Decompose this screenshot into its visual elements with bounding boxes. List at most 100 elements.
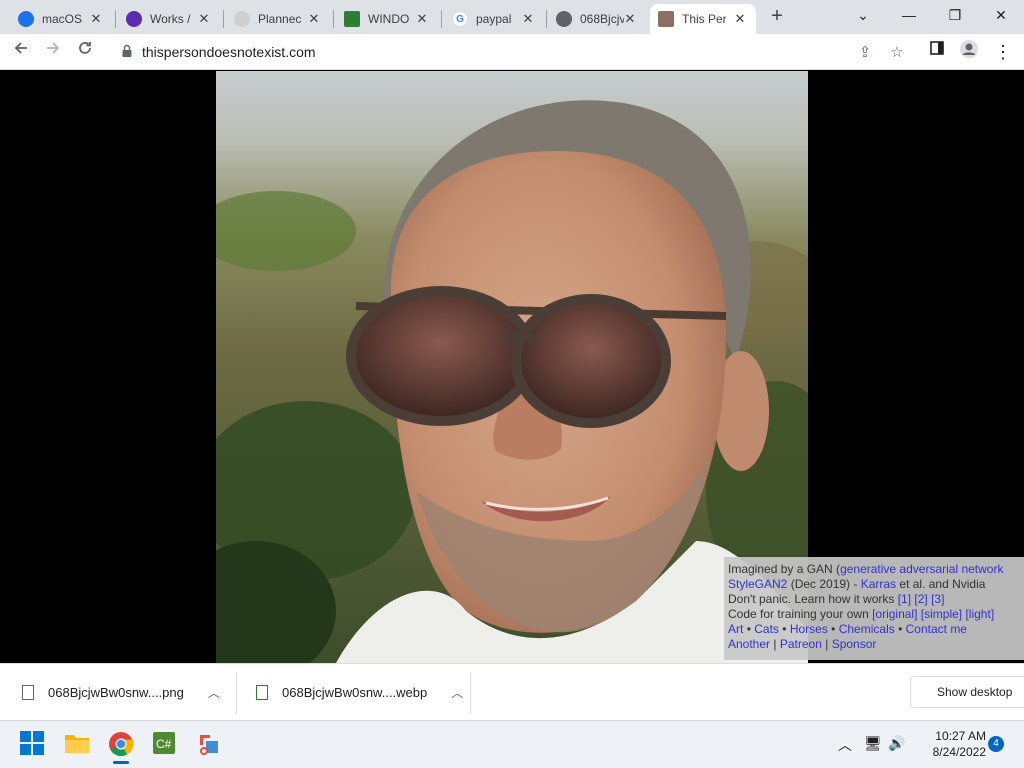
reload-button[interactable] <box>72 39 98 65</box>
csharp-app-icon[interactable]: C# <box>152 731 178 757</box>
google-icon: G <box>452 11 468 27</box>
download-item[interactable]: 068BjcjwBw0snw....webp ︿ <box>256 664 463 721</box>
tab-title: 068Bjcjv <box>580 12 624 26</box>
chevron-up-icon[interactable]: ︿ <box>838 735 852 755</box>
taskbar-clock[interactable]: 10:27 AM 8/24/2022 <box>914 728 986 760</box>
tab-title: Plannec <box>258 12 302 26</box>
tab-068bjcjv[interactable]: 068Bjcjv ✕ <box>548 4 646 34</box>
tab-title: WINDO <box>368 12 410 26</box>
tab-macos[interactable]: macOS ✕ <box>10 4 112 34</box>
windows-start-icon[interactable] <box>20 731 46 757</box>
tab-this-person[interactable]: This Per ✕ <box>650 4 756 34</box>
download-item[interactable]: 068BjcjwBw0snw....png ︿ <box>22 664 220 721</box>
caption-line-5: Art • Cats • Horses • Chemicals • Contac… <box>728 622 967 636</box>
show-desktop-button[interactable]: Show desktop <box>910 676 1024 708</box>
tab-title: Works / <box>150 12 191 26</box>
side-panel-icon <box>930 41 944 55</box>
code-simple-link[interactable]: [simple] <box>921 607 962 621</box>
caption-line-6: Another | Patreon | Sponsor <box>728 637 877 651</box>
art-link[interactable]: Art <box>728 622 743 636</box>
chrome-icon[interactable] <box>108 731 134 764</box>
taskbar: C# ︿ 🖥 🔊 10:27 AM 8/24/2022 4 <box>0 720 1024 768</box>
tab-works[interactable]: Works / ✕ <box>118 4 220 34</box>
image-file-icon <box>256 685 268 700</box>
file-explorer-icon[interactable] <box>64 731 90 757</box>
caption-line-2: StyleGAN2 (Dec 2019) - Karras et al. and… <box>728 577 986 591</box>
tab-title: macOS <box>42 12 83 26</box>
clock-date: 8/24/2022 <box>932 745 986 759</box>
tab-title: paypal <box>476 12 512 26</box>
close-icon[interactable]: ✕ <box>414 11 430 27</box>
tab-search-button[interactable]: ⌄ <box>840 0 886 30</box>
chevron-up-icon[interactable]: ︿ <box>208 684 220 701</box>
notification-badge[interactable]: 4 <box>988 736 1004 752</box>
tab-windows[interactable]: WINDO ✕ <box>336 4 438 34</box>
network-icon[interactable]: 🖥 <box>864 735 882 752</box>
caption-line-1: Imagined by a GAN (generative adversaria… <box>728 562 1004 576</box>
tab-strip: macOS ✕ Works / ✕ Plannec ✕ WINDO ✕ G pa… <box>0 0 1024 34</box>
caption-line-4: Code for training your own [original] [s… <box>728 607 995 621</box>
tab-title: This Per <box>682 12 726 26</box>
download-bar: 068BjcjwBw0snw....png ︿ 068BjcjwBw0snw..… <box>0 663 1024 720</box>
gear-icon <box>234 11 250 27</box>
sponsor-link[interactable]: Sponsor <box>832 637 877 651</box>
svg-text:C#: C# <box>156 737 172 751</box>
close-icon[interactable]: ✕ <box>196 11 212 27</box>
snipping-tool-icon[interactable] <box>196 731 222 757</box>
volume-icon[interactable]: 🔊 <box>888 735 905 752</box>
how-it-works-link-2[interactable]: [2] <box>914 592 927 606</box>
forward-button[interactable] <box>40 39 66 65</box>
bookmark-star-icon[interactable]: ☆ <box>887 43 907 63</box>
close-icon[interactable]: ✕ <box>520 11 536 27</box>
caption-line-3: Don't panic. Learn how it works [1] [2] … <box>728 592 945 606</box>
patreon-link[interactable]: Patreon <box>780 637 822 651</box>
close-icon[interactable]: ✕ <box>622 11 638 27</box>
how-it-works-link-1[interactable]: [1] <box>898 592 911 606</box>
code-light-link[interactable]: [light] <box>965 607 994 621</box>
close-icon[interactable]: ✕ <box>306 11 322 27</box>
arrow-left-icon <box>14 42 27 54</box>
reload-icon <box>79 42 91 54</box>
another-link[interactable]: Another <box>728 637 770 651</box>
back-button[interactable] <box>8 39 34 65</box>
gan-caption: Imagined by a GAN (generative adversaria… <box>724 557 1024 660</box>
maximize-button[interactable]: ❐ <box>932 0 978 30</box>
address-bar[interactable]: thispersondoesnotexist.com ⇪ ☆ <box>108 38 916 66</box>
karras-link[interactable]: Karras <box>861 577 896 591</box>
profile-icon <box>960 40 978 58</box>
lock-icon <box>122 44 132 57</box>
windows-app-icon <box>344 11 360 27</box>
horses-link[interactable]: Horses <box>790 622 828 636</box>
chevron-up-icon[interactable]: ︿ <box>451 684 463 701</box>
window-close-button[interactable]: ✕ <box>978 0 1024 30</box>
clock-time: 10:27 AM <box>935 729 986 743</box>
close-icon[interactable]: ✕ <box>88 11 104 27</box>
download-filename: 068BjcjwBw0snw....png <box>48 685 184 700</box>
contact-me-link[interactable]: Contact me <box>906 622 967 636</box>
profile-button[interactable] <box>956 39 982 65</box>
chemicals-link[interactable]: Chemicals <box>839 622 895 636</box>
tab-paypal[interactable]: G paypal ✕ <box>444 4 544 34</box>
code-original-link[interactable]: [original] <box>872 607 917 621</box>
side-panel-button[interactable] <box>924 39 950 65</box>
browser-toolbar: thispersondoesnotexist.com ⇪ ☆ ⋮ <box>0 34 1024 70</box>
close-icon[interactable]: ✕ <box>732 11 748 27</box>
works-icon <box>126 11 142 27</box>
gan-link[interactable]: generative adversarial network <box>840 562 1003 576</box>
menu-kebab-icon[interactable]: ⋮ <box>990 39 1016 65</box>
download-filename: 068BjcjwBw0snw....webp <box>282 685 428 700</box>
finder-icon <box>18 11 34 27</box>
minimize-button[interactable]: — <box>886 0 932 30</box>
stylegan2-link[interactable]: StyleGAN2 <box>728 577 787 591</box>
url-text: thispersondoesnotexist.com <box>142 44 316 60</box>
share-icon[interactable]: ⇪ <box>855 43 875 63</box>
new-tab-button[interactable]: + <box>766 6 788 28</box>
globe-icon <box>556 11 572 27</box>
tab-planned[interactable]: Plannec ✕ <box>226 4 330 34</box>
face-icon <box>658 11 674 27</box>
cats-link[interactable]: Cats <box>754 622 779 636</box>
page-content: Imagined by a GAN (generative adversaria… <box>0 71 1024 663</box>
generated-face-photo <box>216 71 808 663</box>
how-it-works-link-3[interactable]: [3] <box>931 592 944 606</box>
file-icon <box>22 685 34 700</box>
